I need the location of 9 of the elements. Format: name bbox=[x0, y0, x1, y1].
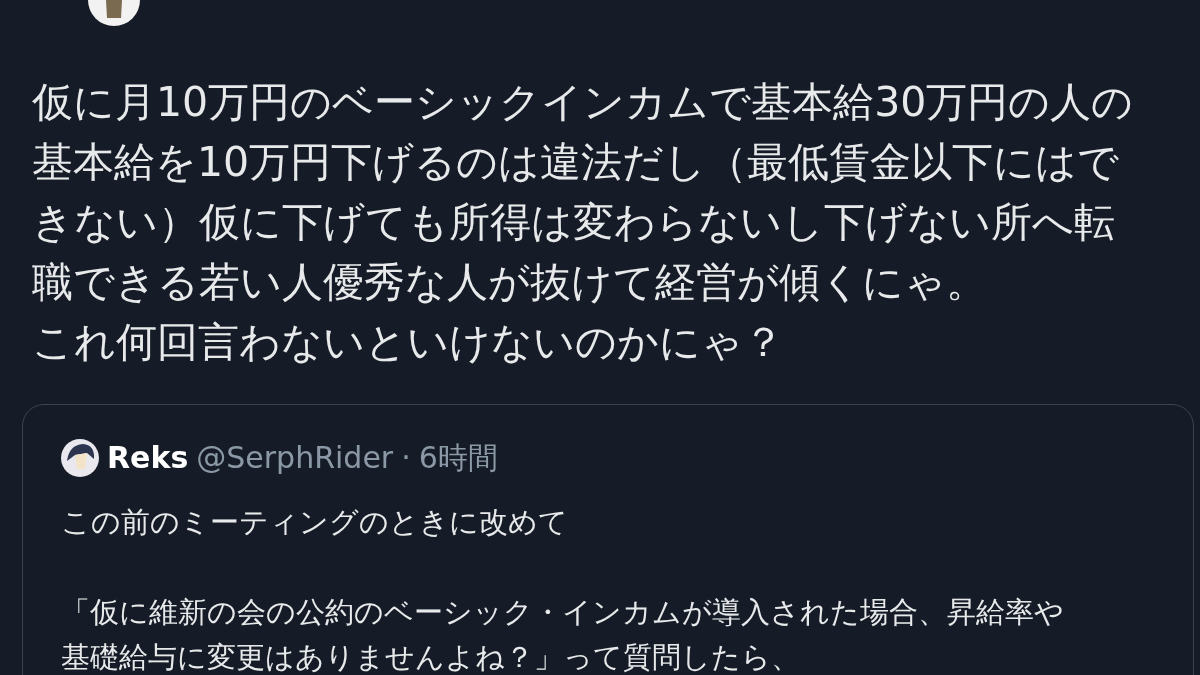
quoted-tweet-card[interactable]: Reks @SerphRider · 6時間 この前のミーティングのときに改めて 「仮に維新の会の公約のベーシック・インカムが導入された場合、昇給率や 基礎給与に変更はありませんよね？」って質問したら、 bbox=[22, 404, 1194, 675]
timestamp: 6時間 bbox=[418, 439, 498, 477]
avatar-icon bbox=[61, 438, 99, 477]
author-handle: @SerphRider bbox=[196, 439, 394, 477]
quoted-tweet-text: この前のミーティングのときに改めて bbox=[61, 504, 569, 541]
separator: · bbox=[401, 439, 411, 477]
quoted-tweet-text: 「仮に維新の会の公約のベーシック・インカムが導入された場合、昇給率や 基礎給与に変更はありませんよね？」って質問したら、 bbox=[61, 594, 1065, 675]
tweet-text: 仮に月10万円のベーシックインカムで基本給30万円の人の 基本給を10万円下げるのは違法だし（最低賃金以下にはで きない）仮に下げても所得は変わらないし下げない所へ転 職できる若い人優秀な人が抜けて経営が傾くにゃ。 これ何回言わないといけないのかにゃ？ bbox=[32, 77, 1135, 368]
author-name: Reks bbox=[107, 439, 189, 477]
